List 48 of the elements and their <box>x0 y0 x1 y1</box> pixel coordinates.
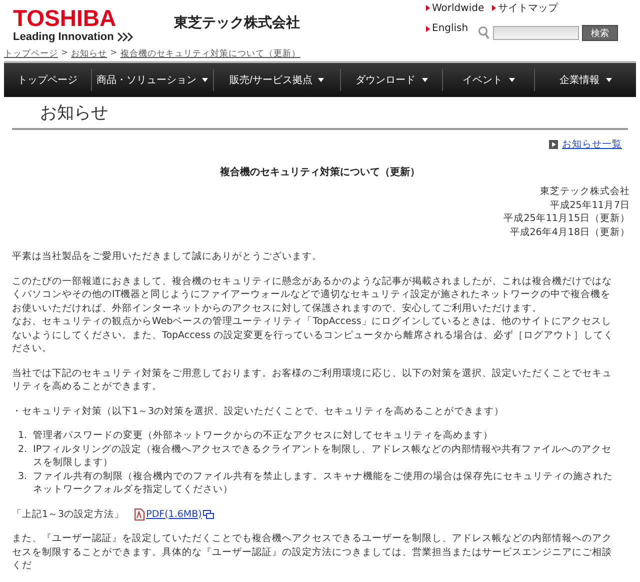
signature-line: 平成25年11月15日（更新） <box>502 212 630 226</box>
arrow-square-icon <box>549 140 558 150</box>
list-number: 3. <box>18 470 28 484</box>
paragraph: このたびの一部報道におきまして、複合機のセキュリティに懸念があるかのような記事が掲載されましたが、これは複合機だけではなくパソコンやその他のIT機器と同じようにファイアーウォールなどで適切なセキュリティ設定が施されたネットワークの中で複合機をお使いいただければ、外部インターネットからのアクセスに対して保護されますので、安心してご利用いただけます。 <box>12 274 613 315</box>
breadcrumb-separator: > <box>110 48 118 60</box>
article-title: 複合機のセキュリティ対策について（更新） <box>218 166 421 179</box>
nav-menu-item[interactable]: 販売/サービス拠点 <box>214 63 340 97</box>
company-logo[interactable]: TOSHIBA <box>13 5 116 32</box>
tagline: Leading Innovation <box>13 31 114 43</box>
news-list-link[interactable]: お知らせ一覧 <box>562 138 622 152</box>
breadcrumb-link[interactable]: 複合機のセキュリティ対策について（更新） <box>120 48 300 60</box>
header-link[interactable]: サイトマップ <box>498 1 558 15</box>
signature-line: 東芝テック株式会社 <box>539 185 630 198</box>
nav-menu-item[interactable]: トップページ <box>4 63 92 97</box>
breadcrumb-link[interactable]: トップページ <box>4 48 58 60</box>
header-link[interactable]: Worldwide <box>432 2 484 14</box>
company-name: 東芝テック株式会社 <box>174 14 300 32</box>
nav-menu-item[interactable]: イベント <box>443 63 534 97</box>
paragraph: また、『ユーザー認証』を設定していただくことでも複合機へアクセスできるユーザーを制限し、アドレス帳などの内部情報へのアクセスを制限することができます。具体的な『ユーザー認証』の設定方法につきましては、営業担当またはサービスエンジニアにご相談くだ <box>12 532 613 572</box>
paragraph: ・セキュリティ対策（以下1～3の対策を選択、設定いただくことで、セキュリティを高めることができます） <box>12 404 506 418</box>
list-number: 1. <box>18 429 28 442</box>
list-item-text: IPフィルタリングの設定（複合機へアクセスできるクライアントを制限し、アドレス帳などの内部情報や共有ファイルへのアクセスを制限します） <box>33 442 613 470</box>
new-window-icon <box>202 510 214 519</box>
paragraph: 当社では下記のセキュリティ対策をご用意しております。お客様のご利用環境に応じ、以下の対策を選択、設定いただくことでセキュリティを高めることができます。 <box>12 366 613 394</box>
search-button[interactable]: 検索 <box>582 25 618 41</box>
bullet-icon <box>426 26 430 32</box>
page-title: お知らせ <box>12 97 628 130</box>
paragraph: なお、セキュリティの観点からWebベースの管理ユーティリティ「TopAccess」にログインしているときは、他のサイトにアクセスしないようにしてください。また、TopAccess の設定変更を行っているコンピュータから離席される場合は、必ず［ログアウト］してください。 <box>12 315 615 356</box>
breadcrumb-link[interactable]: お知らせ <box>71 48 108 60</box>
header-link[interactable]: English <box>432 23 468 34</box>
list-item-text: ファイル共有の制限（複合機内でのファイル共有を禁止します。スキャナ機能をご使用の場合は保存先にセキュリティの施されたネットワークフォルダを指定してください） <box>33 470 614 496</box>
nav-menu-item[interactable]: 商品・ソリューション <box>92 63 213 97</box>
chevrons-icon <box>116 32 135 42</box>
nav-menu-item[interactable]: ダウンロード <box>341 63 442 97</box>
list-number: 2. <box>18 442 28 456</box>
nav-menu-item[interactable]: 企業情報 <box>535 63 636 97</box>
list-item-text: 管理者パスワードの変更（外部ネットワークからの不正なアクセスに対してセキュリティを高めます） <box>33 429 494 442</box>
signature-line: 平成26年4月18日（更新） <box>508 226 630 239</box>
bullet-icon <box>492 5 496 11</box>
paragraph: 平素は当社製品をご愛用いただきまして誠にありがとうございます。 <box>12 250 323 264</box>
pdf-file-icon <box>134 508 146 521</box>
search-field[interactable] <box>493 26 579 40</box>
search-icon <box>478 26 490 40</box>
pdf-link[interactable]: PDF(1.6MB) <box>146 508 202 521</box>
signature-line: 平成25年11月7日 <box>548 198 630 212</box>
bullet-icon <box>426 5 430 11</box>
download-label: 「上記1～3の設定方法」 <box>12 508 124 521</box>
breadcrumb-separator: > <box>61 48 68 60</box>
